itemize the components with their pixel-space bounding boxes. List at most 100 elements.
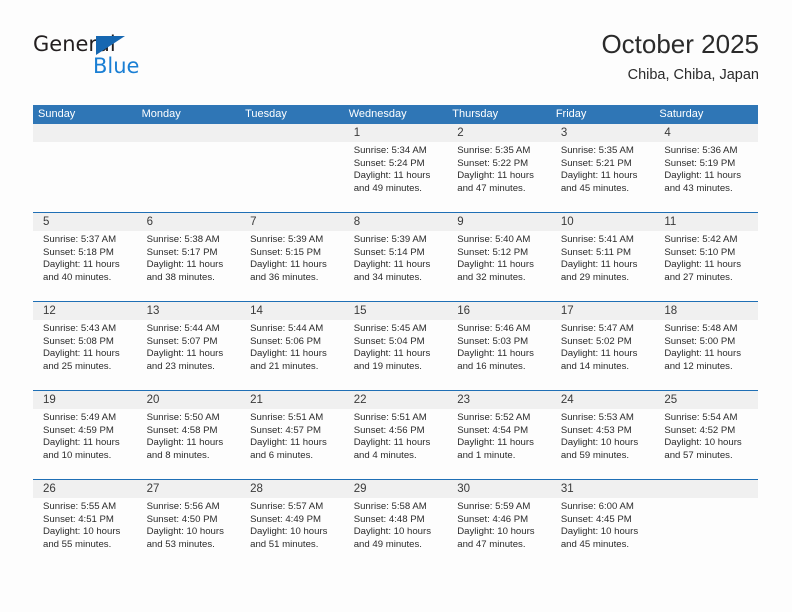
weekday-header-sunday: Sunday: [38, 108, 76, 120]
sunrise-text: Sunrise: 5:45 AM: [353, 323, 427, 334]
day-cell[interactable]: 1 Sunrise: 5:34 AM Sunset: 5:24 PM Daylight…: [343, 124, 448, 212]
sunrise-text: Sunrise: 5:39 AM: [250, 234, 324, 245]
day-info: Sunrise: 5:59 AM Sunset: 4:46 PM Daylight:…: [452, 501, 546, 551]
day-cell[interactable]: 16 Sunrise: 5:46 AM Sunset: 5:03 PM Dayligh…: [447, 302, 551, 390]
day-number: 14: [250, 305, 263, 317]
day-number: 12: [43, 305, 56, 317]
daylight-text-line2: and 19 minutes.: [353, 360, 422, 372]
weekday-header-monday: Monday: [141, 108, 181, 120]
daylight-text-line2: and 51 minutes.: [250, 538, 319, 550]
day-cell[interactable]: [240, 124, 344, 212]
day-cell[interactable]: 25 Sunrise: 5:54 AM Sunset: 4:52 PM Dayligh…: [654, 391, 758, 479]
daylight-text-line1: Daylight: 11 hours: [43, 437, 120, 449]
day-cell[interactable]: 2 Sunrise: 5:35 AM Sunset: 5:22 PM Daylight…: [447, 124, 551, 212]
sunset-text: Sunset: 5:07 PM: [146, 335, 218, 347]
day-info: Sunrise: 5:40 AM Sunset: 5:12 PM Daylight:…: [452, 234, 546, 284]
daylight-text-line1: Daylight: 11 hours: [560, 259, 638, 271]
daylight-text-line1: Daylight: 10 hours: [560, 437, 639, 449]
daylight-text-line2: and 34 minutes.: [353, 271, 422, 283]
day-number: [245, 124, 339, 142]
day-info: Sunrise: 5:35 AM Sunset: 5:22 PM Daylight:…: [452, 145, 546, 195]
daylight-text-line1: Daylight: 11 hours: [457, 348, 534, 360]
sunrise-text: Sunrise: 5:52 AM: [457, 412, 531, 423]
day-cell[interactable]: 14 Sunrise: 5:44 AM Sunset: 5:06 PM Dayligh…: [240, 302, 344, 390]
daylight-text-line1: Daylight: 11 hours: [43, 348, 120, 360]
daylight-text-line1: Daylight: 11 hours: [457, 170, 534, 182]
daylight-text-line1: Daylight: 10 hours: [146, 526, 224, 538]
day-cell[interactable]: 11 Sunrise: 5:42 AM Sunset: 5:10 PM Dayligh…: [654, 213, 758, 301]
day-number: 3: [560, 127, 568, 139]
sunrise-text: Sunrise: 5:38 AM: [146, 234, 220, 245]
day-info: Sunrise: 5:54 AM Sunset: 4:52 PM Daylight:…: [659, 412, 753, 462]
sunset-text: Sunset: 5:15 PM: [250, 246, 322, 258]
calendar-week-row: 5 Sunrise: 5:37 AM Sunset: 5:18 PM Daylight…: [33, 212, 758, 301]
day-cell[interactable]: 18 Sunrise: 5:48 AM Sunset: 5:00 PM Dayligh…: [654, 302, 758, 390]
day-cell[interactable]: 21 Sunrise: 5:51 AM Sunset: 4:57 PM Dayligh…: [240, 391, 344, 479]
day-number: 4: [664, 127, 671, 139]
day-cell[interactable]: 10 Sunrise: 5:41 AM Sunset: 5:11 PM Dayligh…: [550, 213, 655, 301]
day-cell[interactable]: 15 Sunrise: 5:45 AM Sunset: 5:04 PM Dayligh…: [343, 302, 448, 390]
day-cell[interactable]: 7 Sunrise: 5:39 AM Sunset: 5:15 PM Daylight…: [240, 213, 344, 301]
day-cell[interactable]: [654, 480, 758, 568]
sunrise-text: Sunrise: 6:00 AM: [560, 501, 634, 512]
day-number: 10: [560, 216, 574, 228]
daylight-text-line2: and 47 minutes.: [457, 182, 526, 194]
sunset-text: Sunset: 5:06 PM: [250, 335, 322, 347]
day-info: Sunrise: 5:34 AM Sunset: 5:24 PM Daylight:…: [349, 145, 443, 195]
day-info: Sunrise: 5:36 AM Sunset: 5:19 PM Daylight:…: [659, 145, 753, 195]
daylight-text-line1: Daylight: 11 hours: [560, 348, 638, 360]
day-cell[interactable]: [136, 124, 241, 212]
day-number: [659, 480, 753, 498]
daylight-text-line2: and 27 minutes.: [664, 271, 733, 283]
day-cell[interactable]: 20 Sunrise: 5:50 AM Sunset: 4:58 PM Dayligh…: [136, 391, 241, 479]
sunrise-text: Sunrise: 5:37 AM: [43, 234, 117, 245]
day-cell[interactable]: 4 Sunrise: 5:36 AM Sunset: 5:19 PM Daylight…: [654, 124, 758, 212]
daylight-text-line1: Daylight: 11 hours: [146, 259, 224, 271]
day-info: Sunrise: 6:00 AM Sunset: 4:45 PM Daylight:…: [556, 501, 650, 551]
day-cell[interactable]: 5 Sunrise: 5:37 AM Sunset: 5:18 PM Daylight…: [33, 213, 137, 301]
day-number: 7: [250, 216, 257, 228]
sunset-text: Sunset: 5:11 PM: [560, 246, 632, 258]
day-cell[interactable]: 30 Sunrise: 5:59 AM Sunset: 4:46 PM Dayligh…: [447, 480, 551, 568]
general-blue-logo[interactable]: General Blue: [33, 32, 213, 88]
sunrise-text: Sunrise: 5:39 AM: [353, 234, 427, 245]
daylight-text-line1: Daylight: 11 hours: [353, 259, 431, 271]
sunrise-text: Sunrise: 5:51 AM: [353, 412, 427, 423]
day-number: 30: [457, 483, 471, 495]
sunrise-text: Sunrise: 5:49 AM: [43, 412, 117, 423]
day-cell[interactable]: 26 Sunrise: 5:55 AM Sunset: 4:51 PM Dayligh…: [33, 480, 137, 568]
day-cell[interactable]: 9 Sunrise: 5:40 AM Sunset: 5:12 PM Daylight…: [447, 213, 551, 301]
page-header: General Blue October 2025 Chiba, Chiba, …: [33, 28, 759, 98]
day-cell[interactable]: 6 Sunrise: 5:38 AM Sunset: 5:17 PM Daylight…: [136, 213, 241, 301]
daylight-text-line1: Daylight: 11 hours: [664, 348, 741, 360]
day-cell[interactable]: 27 Sunrise: 5:56 AM Sunset: 4:50 PM Dayligh…: [136, 480, 241, 568]
calendar-table: Sunday Monday Tuesday Wednesday Thursday…: [33, 105, 758, 568]
day-cell[interactable]: 24 Sunrise: 5:53 AM Sunset: 4:53 PM Dayligh…: [550, 391, 655, 479]
day-cell[interactable]: 22 Sunrise: 5:51 AM Sunset: 4:56 PM Dayligh…: [343, 391, 448, 479]
day-cell[interactable]: 29 Sunrise: 5:58 AM Sunset: 4:48 PM Dayligh…: [343, 480, 448, 568]
sunset-text: Sunset: 4:46 PM: [457, 513, 529, 525]
daylight-text-line2: and 10 minutes.: [43, 449, 112, 461]
day-cell[interactable]: 3 Sunrise: 5:35 AM Sunset: 5:21 PM Daylight…: [550, 124, 655, 212]
daylight-text-line2: and 4 minutes.: [353, 449, 417, 461]
sunrise-text: Sunrise: 5:50 AM: [146, 412, 220, 423]
day-cell[interactable]: 17 Sunrise: 5:47 AM Sunset: 5:02 PM Dayligh…: [550, 302, 655, 390]
day-cell[interactable]: 23 Sunrise: 5:52 AM Sunset: 4:54 PM Dayligh…: [447, 391, 551, 479]
daylight-text-line1: Daylight: 11 hours: [560, 170, 638, 182]
day-cell[interactable]: 12 Sunrise: 5:43 AM Sunset: 5:08 PM Dayligh…: [33, 302, 137, 390]
daylight-text-line2: and 36 minutes.: [250, 271, 319, 283]
day-cell[interactable]: 31 Sunrise: 6:00 AM Sunset: 4:45 PM Dayligh…: [550, 480, 655, 568]
daylight-text-line1: Daylight: 11 hours: [664, 170, 741, 182]
day-number: 8: [353, 216, 361, 228]
sunrise-text: Sunrise: 5:44 AM: [250, 323, 324, 334]
day-cell[interactable]: 19 Sunrise: 5:49 AM Sunset: 4:59 PM Dayligh…: [33, 391, 137, 479]
day-number: 16: [457, 305, 471, 317]
weekday-header-friday: Friday: [555, 108, 587, 120]
sunset-text: Sunset: 4:58 PM: [146, 424, 218, 436]
daylight-text-line1: Daylight: 11 hours: [146, 348, 224, 360]
day-cell[interactable]: [33, 124, 137, 212]
day-info: Sunrise: 5:46 AM Sunset: 5:03 PM Daylight:…: [452, 323, 546, 373]
day-cell[interactable]: 8 Sunrise: 5:39 AM Sunset: 5:14 PM Daylight…: [343, 213, 448, 301]
day-cell[interactable]: 28 Sunrise: 5:57 AM Sunset: 4:49 PM Dayligh…: [240, 480, 344, 568]
day-cell[interactable]: 13 Sunrise: 5:44 AM Sunset: 5:07 PM Dayligh…: [136, 302, 241, 390]
